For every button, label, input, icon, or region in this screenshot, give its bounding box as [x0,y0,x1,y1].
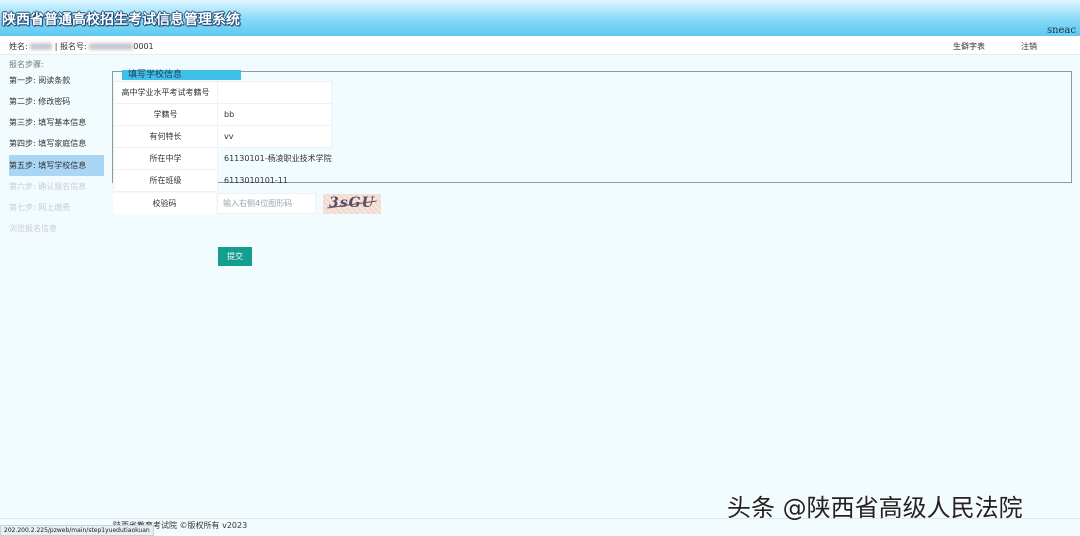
high-school-label: 所在中学 [113,147,218,170]
specialty-label: 有何特长 [113,125,218,148]
user-info: 姓名: | 报名号: 0001 [9,41,154,52]
sidebar-step-1[interactable]: 第一步: 阅读条款 [9,70,104,91]
redacted-name [30,43,53,50]
logout-link[interactable]: 注销 [1021,41,1037,52]
name-label: 姓名: [9,42,28,51]
table-row: 所在中学 61130101-杨凌职业技术学院 [113,147,332,170]
sidebar-step-3[interactable]: 第三步: 填写基本信息 [9,112,104,133]
table-row: 有何特长 vv [113,125,333,148]
sidebar-step-4[interactable]: 第四步: 填写家庭信息 [9,133,104,154]
sidebar-step-5[interactable]: 第五步: 填写学校信息 [9,155,104,176]
class-value: 6113010101-11 [224,176,288,185]
class-label: 所在班级 [113,169,218,192]
system-title: 陕西省普通高校招生考试信息管理系统 [2,12,240,28]
high-school-value: 61130101-杨凌职业技术学院 [224,154,332,164]
sidebar-step-7: 第七步: 网上缴费 [9,203,71,212]
exam-id-label: 高中学业水平考试考籍号 [113,81,218,104]
specialty-input[interactable]: vv [216,125,333,148]
school-info-table: 高中学业水平考试考籍号 学籍号 bb 有何特长 vv 所在中学 61130101… [113,81,333,192]
table-row: 所在班级 6113010101-11 [113,169,332,192]
rare-char-table-link[interactable]: 生僻字表 [953,41,985,52]
sidebar-step-6: 第六步: 确认报名信息 [9,182,87,191]
reg-number-suffix: 0001 [133,42,154,51]
reg-label: | 报名号: [54,42,87,51]
school-info-legend: 填写学校信息 [122,70,241,80]
header-banner: 陕西省普通高校招生考试信息管理系统 sneac [0,0,1080,36]
submit-button[interactable]: 提交 [218,247,252,266]
captcha-label: 校验码 [113,193,216,214]
user-info-bar: 姓名: | 报名号: 0001 生僻字表 注销 [0,36,1080,55]
student-id-input[interactable]: bb [216,103,333,126]
student-id-label: 学籍号 [113,103,218,126]
table-row: 高中学业水平考试考籍号 [113,81,333,104]
captcha-input[interactable] [217,193,316,214]
sidebar-step-2[interactable]: 第二步: 修改密码 [9,91,104,112]
browser-status-url: 202.200.2.225/pzweb/main/step1yuedutiaok… [0,525,154,536]
table-row: 学籍号 bb [113,103,333,126]
captcha-image[interactable]: 3sGU [323,194,381,214]
sidebar-step-browse: 浏览报名信息 [9,224,57,233]
redacted-reg-number [89,43,134,50]
brand-logo-text: sneac [1046,25,1076,36]
watermark-text: 头条 @陕西省高级人民法院 [727,494,1023,522]
steps-heading: 报名步骤: [9,60,44,69]
exam-id-input[interactable] [216,81,333,104]
